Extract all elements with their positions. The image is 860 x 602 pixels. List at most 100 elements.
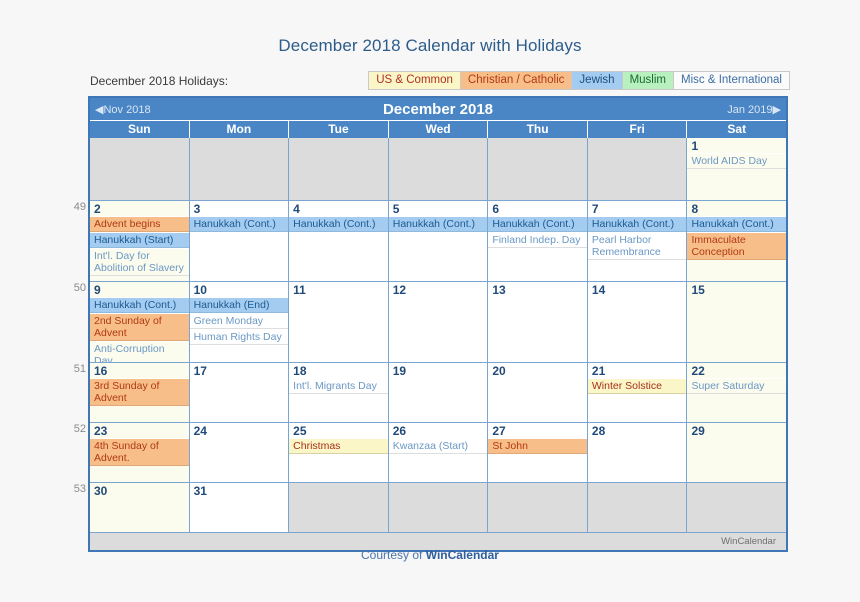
day-cell-18[interactable]: 18 Int'l. Migrants Day [289, 363, 389, 422]
day-cell-19[interactable]: 19 [388, 363, 489, 422]
day-cell-12[interactable]: 12 [388, 282, 489, 362]
day-cell-6[interactable]: 6 Hanukkah (Cont.) Finland Indep. Day [488, 201, 588, 281]
event-item[interactable]: Finland Indep. Day [488, 232, 587, 248]
event-item[interactable]: Human Rights Day [189, 329, 289, 345]
event-item[interactable]: Immaculate Conception [687, 232, 787, 260]
legend-chip-us[interactable]: US & Common [368, 71, 460, 90]
event-item[interactable]: Super Saturday [687, 378, 787, 394]
event-item[interactable]: Hanukkah (Cont.) [90, 297, 189, 313]
day-cell-empty [189, 138, 290, 200]
prev-month-link[interactable]: ◀Nov 2018 [95, 103, 151, 116]
day-number: 10 [193, 283, 207, 297]
event-list: St John [488, 438, 587, 454]
event-item[interactable]: Hanukkah (Cont.) [587, 216, 687, 232]
day-cell-25[interactable]: 25 Christmas [289, 423, 389, 482]
event-list: Winter Solstice [587, 378, 687, 394]
event-item[interactable]: Green Monday [189, 313, 289, 329]
week-row: 23 4th Sunday of Advent. 24 25 Christmas 26 Kw… [90, 422, 787, 482]
day-cell-26[interactable]: 26 Kwanzaa (Start) [388, 423, 489, 482]
day-cell-empty [90, 138, 190, 200]
day-cell-1[interactable]: 1 World AIDS Day [687, 138, 787, 200]
event-item[interactable]: St John [488, 438, 587, 454]
day-number: 3 [193, 202, 201, 216]
page-title: December 2018 Calendar with Holidays [278, 36, 582, 55]
day-cell-20[interactable]: 20 [488, 363, 588, 422]
day-cell-23[interactable]: 23 4th Sunday of Advent. [90, 423, 190, 482]
legend-chip-misc[interactable]: Misc & International [673, 71, 790, 90]
day-cell-29[interactable]: 29 [687, 423, 787, 482]
footer-brand[interactable]: WinCalendar [426, 548, 499, 562]
footer-prefix: Courtesy of [361, 548, 426, 562]
legend-chip-muslim[interactable]: Muslim [621, 71, 673, 90]
event-item[interactable]: 4th Sunday of Advent. [90, 438, 189, 466]
day-cell-empty [488, 138, 588, 200]
weekday-header-row: Sun Mon Tue Wed Thu Fri Sat [90, 120, 786, 138]
day-cell-7[interactable]: 7 Hanukkah (Cont.) Pearl Harbor Remembranc… [587, 201, 688, 281]
day-number: 6 [492, 202, 499, 216]
event-item[interactable]: Christmas [289, 438, 388, 454]
event-item[interactable]: Hanukkah (End) [189, 297, 289, 313]
day-cell-8[interactable]: 8 Hanukkah (Cont.) Immaculate Conception [687, 201, 787, 281]
event-item[interactable]: Winter Solstice [587, 378, 687, 394]
weekday-header-thu: Thu [488, 121, 588, 138]
day-cell-21[interactable]: 21 Winter Solstice [587, 363, 688, 422]
event-item[interactable]: Hanukkah (Cont.) [488, 216, 587, 232]
day-cell-5[interactable]: 5 Hanukkah (Cont.) [388, 201, 489, 281]
event-list: Hanukkah (Cont.) Pearl Harbor Remembrance [587, 216, 687, 260]
day-cell-11[interactable]: 11 [289, 282, 389, 362]
day-cell-10[interactable]: 10 Hanukkah (End) Green Monday Human Rights… [189, 282, 290, 362]
event-item[interactable]: Hanukkah (Cont.) [289, 216, 388, 232]
prev-month-label: Nov 2018 [103, 103, 151, 116]
day-cell-22[interactable]: 22 Super Saturday [687, 363, 787, 422]
day-cell-13[interactable]: 13 [488, 282, 588, 362]
weekday-header-sun: Sun [90, 121, 190, 138]
day-cell-empty [587, 483, 688, 532]
month-title: December 2018 [382, 100, 494, 118]
day-cell-17[interactable]: 17 [189, 363, 290, 422]
day-number: 15 [691, 283, 705, 297]
legend-chip-jewish[interactable]: Jewish [571, 71, 622, 90]
weekday-header-sat: Sat [727, 122, 747, 136]
day-cell-15[interactable]: 15 [687, 282, 787, 362]
day-number: 16 [94, 364, 108, 378]
day-number: 18 [293, 364, 307, 378]
event-item[interactable]: Kwanzaa (Start) [388, 438, 488, 454]
wincalendar-watermark: WinCalendar [721, 536, 776, 547]
event-item[interactable]: Hanukkah (Start) [90, 232, 189, 248]
legend-chip-christ[interactable]: Christian / Catholic [459, 71, 572, 90]
day-cell-31[interactable]: 31 [189, 483, 290, 532]
calendar-body: 1 World AIDS Day 2 Advent begins Hanukkah (S… [90, 138, 787, 532]
event-item[interactable]: Hanukkah (Cont.) [189, 216, 289, 232]
event-item[interactable]: Anti-Corruption Day [90, 341, 189, 362]
day-number: 25 [293, 424, 307, 438]
next-month-link[interactable]: Jan 2019▶ [727, 103, 781, 116]
event-item[interactable]: Int'l. Migrants Day [289, 378, 388, 394]
day-cell-3[interactable]: 3 Hanukkah (Cont.) [189, 201, 290, 281]
day-number: 22 [691, 364, 705, 378]
day-number: 11 [293, 283, 306, 297]
day-cell-28[interactable]: 28 [587, 423, 688, 482]
day-cell-30[interactable]: 30 [90, 483, 190, 532]
day-cell-27[interactable]: 27 St John [488, 423, 588, 482]
day-cell-empty [289, 483, 389, 532]
event-item[interactable]: Advent begins [90, 216, 189, 232]
day-cell-2[interactable]: 2 Advent begins Hanukkah (Start) Int'l. Day… [90, 201, 190, 281]
event-item[interactable]: 2nd Sunday of Advent [90, 313, 189, 341]
event-item[interactable]: Hanukkah (Cont.) [687, 216, 787, 232]
week-number: 49 [73, 201, 86, 213]
event-item[interactable]: Int'l. Day for Abolition of Slavery [90, 248, 189, 276]
day-cell-16[interactable]: 16 3rd Sunday of Advent [90, 363, 190, 422]
calendar-title-bar: ◀Nov 2018 December 2018 Jan 2019▶ [90, 98, 786, 120]
day-cell-4[interactable]: 4 Hanukkah (Cont.) [289, 201, 389, 281]
day-number: 8 [691, 202, 699, 216]
day-number: 17 [193, 364, 207, 378]
week-row: 16 3rd Sunday of Advent 17 18 Int'l. Migrant… [90, 362, 787, 422]
event-item[interactable]: Hanukkah (Cont.) [388, 216, 488, 232]
event-item[interactable]: 3rd Sunday of Advent [90, 378, 189, 406]
day-cell-14[interactable]: 14 [587, 282, 688, 362]
day-cell-9[interactable]: 9 Hanukkah (Cont.) 2nd Sunday of Advent Ant… [90, 282, 190, 362]
week-number: 53 [73, 483, 86, 495]
event-item[interactable]: World AIDS Day [687, 153, 787, 169]
day-cell-24[interactable]: 24 [189, 423, 290, 482]
event-item[interactable]: Pearl Harbor Remembrance [587, 232, 687, 260]
